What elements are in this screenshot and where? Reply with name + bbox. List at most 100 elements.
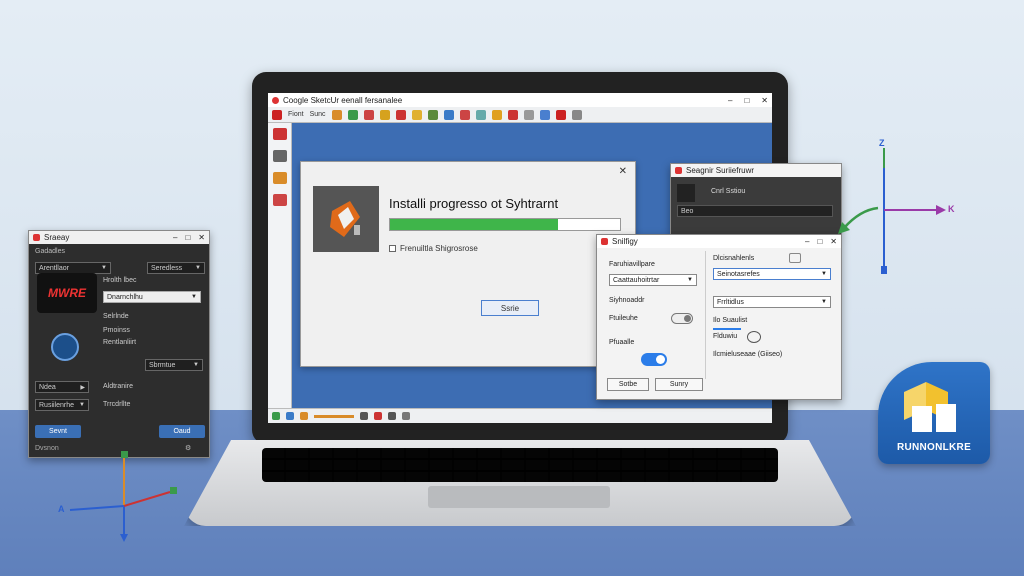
settings-left-dropdown[interactable]: Caattauhoitrtar ▼ <box>609 274 697 286</box>
settings-right-dropdown-2-value: Frrltidlus <box>717 298 744 306</box>
settings-minimize-button[interactable]: – <box>805 237 809 246</box>
dark-maximize-button[interactable]: □ <box>185 233 190 242</box>
status-tool-icon[interactable] <box>360 412 368 420</box>
dark-row-1[interactable]: Selrlnde <box>103 313 129 320</box>
chevron-down-icon: ▼ <box>821 271 827 277</box>
dark-row-6[interactable]: Aldtranire <box>103 383 133 390</box>
app-title-bar: Coogle SketcUr eenall fersanalee – □ ✕ <box>268 93 772 107</box>
install-close-button[interactable]: ✕ <box>619 166 627 177</box>
menu-font[interactable]: Fiont <box>288 111 304 118</box>
chevron-down-icon: ▼ <box>193 362 199 368</box>
chevron-down-icon: ▼ <box>79 402 85 408</box>
chevron-down-icon: ▼ <box>195 265 201 271</box>
settings-icon[interactable] <box>571 109 582 120</box>
status-bar <box>268 408 772 423</box>
brand-tile-name: RUNNONLKRE <box>896 442 972 453</box>
settings-right-label-2: Ilo Suaulist <box>713 317 748 324</box>
status-layer-icon[interactable] <box>388 412 396 420</box>
laptop-trackpad <box>428 486 610 508</box>
orbit-icon[interactable] <box>475 109 486 120</box>
dark-dropdown-1-value: Arentllaor <box>39 264 69 272</box>
dark-dropdown-2[interactable]: Seredless ▼ <box>147 262 205 274</box>
axis-gizmo-left: A <box>58 446 188 546</box>
layers-icon[interactable] <box>539 109 550 120</box>
settings-right-dropdown-2[interactable]: Frrltidlus ▼ <box>713 296 831 308</box>
cs-window-title: Seagnir Suriiefruwr <box>686 166 755 175</box>
install-save-button[interactable]: Ssrie <box>481 300 539 316</box>
status-grid-icon[interactable] <box>402 412 410 420</box>
share-icon[interactable] <box>51 333 79 361</box>
offset-icon[interactable] <box>427 109 438 120</box>
install-progress-bar <box>389 218 621 231</box>
dark-send-button[interactable]: Sevnt <box>35 425 81 438</box>
settings-toggle-on[interactable] <box>641 353 667 366</box>
dark-ok-button[interactable]: Oaud <box>159 425 205 438</box>
minimize-button[interactable]: – <box>728 96 732 105</box>
dark-dropdown-4[interactable]: Ndea ▶ <box>35 381 89 393</box>
app-title: Coogle SketcUr eenall fersanalee <box>283 95 403 105</box>
select-tool-icon[interactable] <box>273 128 287 140</box>
text-icon[interactable] <box>459 109 470 120</box>
menu-sunc[interactable]: Sunc <box>310 111 326 118</box>
install-checkbox[interactable]: Frenuiltla Shigrosrose <box>389 244 478 253</box>
cs-field[interactable]: Beo <box>677 205 833 217</box>
pencil-icon[interactable] <box>331 109 342 120</box>
dark-row-8[interactable]: Trrcdrllte <box>103 401 130 408</box>
rect-tool-icon[interactable] <box>273 194 287 206</box>
dark-row-3[interactable]: Rentlanliirt <box>103 339 136 346</box>
settings-divider <box>705 251 706 379</box>
dark-minimize-button[interactable]: – <box>173 233 177 242</box>
app-toolbar: Fiont Sunc <box>268 107 772 123</box>
settings-window: Snilfigy – □ ✕ Faruhiavillpare Caattauho… <box>596 234 842 400</box>
dark-window-title: Sraeay <box>44 233 70 242</box>
view-icon[interactable] <box>523 109 534 120</box>
paint-icon[interactable] <box>555 109 566 120</box>
dark-dropdown-3[interactable]: Sbrmtue ▼ <box>145 359 203 371</box>
pan-icon[interactable] <box>491 109 502 120</box>
dark-window-titlebar: Sraeay – □ ✕ <box>29 231 209 244</box>
settings-toggle-off[interactable] <box>671 313 693 324</box>
install-progress-fill <box>390 219 558 230</box>
checkbox-box[interactable] <box>389 245 396 252</box>
dark-dropdown-5[interactable]: Rusiilenrhe ▼ <box>35 399 89 411</box>
zoom-icon[interactable] <box>507 109 518 120</box>
scale-icon[interactable] <box>411 109 422 120</box>
settings-sync-button[interactable]: Sunry <box>655 378 703 391</box>
right-x-axis-label: K <box>948 204 955 214</box>
shape-icon[interactable] <box>347 109 358 120</box>
chevron-down-icon: ▼ <box>101 265 107 271</box>
cs-field-value: Beo <box>681 207 694 215</box>
dark-close-button[interactable]: ✕ <box>198 233 205 242</box>
settings-maximize-button[interactable]: □ <box>817 237 822 246</box>
push-icon[interactable] <box>363 109 374 120</box>
line-tool-icon[interactable] <box>273 150 287 162</box>
settings-save-button[interactable]: Sotbe <box>607 378 649 391</box>
field-1-label: Hrolth lbec <box>103 277 137 284</box>
dark-field-1[interactable]: Dnarnchlhu ▼ <box>103 291 201 303</box>
maximize-button[interactable]: □ <box>744 96 749 105</box>
rotate-icon[interactable] <box>395 109 406 120</box>
close-button[interactable]: ✕ <box>761 96 768 105</box>
settings-slider[interactable] <box>713 328 741 330</box>
brand-logo-text: MWRE <box>48 286 86 300</box>
install-dialog: ✕ Installi progresso ot Syhtrarnt Frenui… <box>300 161 636 367</box>
cs-subtitle: Cnrl Sstiou <box>711 188 746 195</box>
dark-row-2[interactable]: Pmoinss <box>103 327 130 334</box>
play-icon: ▶ <box>80 384 85 391</box>
move-icon[interactable] <box>379 109 390 120</box>
tape-icon[interactable] <box>443 109 454 120</box>
status-slider[interactable] <box>314 414 354 418</box>
status-alert-icon[interactable] <box>374 412 382 420</box>
arc-tool-icon[interactable] <box>273 172 287 184</box>
settings-left-label-4: Pfuaalle <box>609 339 635 346</box>
search-icon[interactable] <box>747 331 761 343</box>
settings-right-dropdown-1[interactable]: Seinotasrefes ▼ <box>713 268 831 280</box>
status-info-icon <box>286 412 294 420</box>
chevron-down-icon: ▼ <box>191 294 197 300</box>
settings-left-label-3: Ftuileuhe <box>609 315 638 322</box>
app-badge-icon <box>601 238 608 245</box>
home-icon[interactable] <box>272 109 282 120</box>
left-x-axis-label: A <box>58 504 65 514</box>
axis-gizmo-right: Z K <box>872 138 962 278</box>
refresh-icon[interactable] <box>789 253 801 263</box>
